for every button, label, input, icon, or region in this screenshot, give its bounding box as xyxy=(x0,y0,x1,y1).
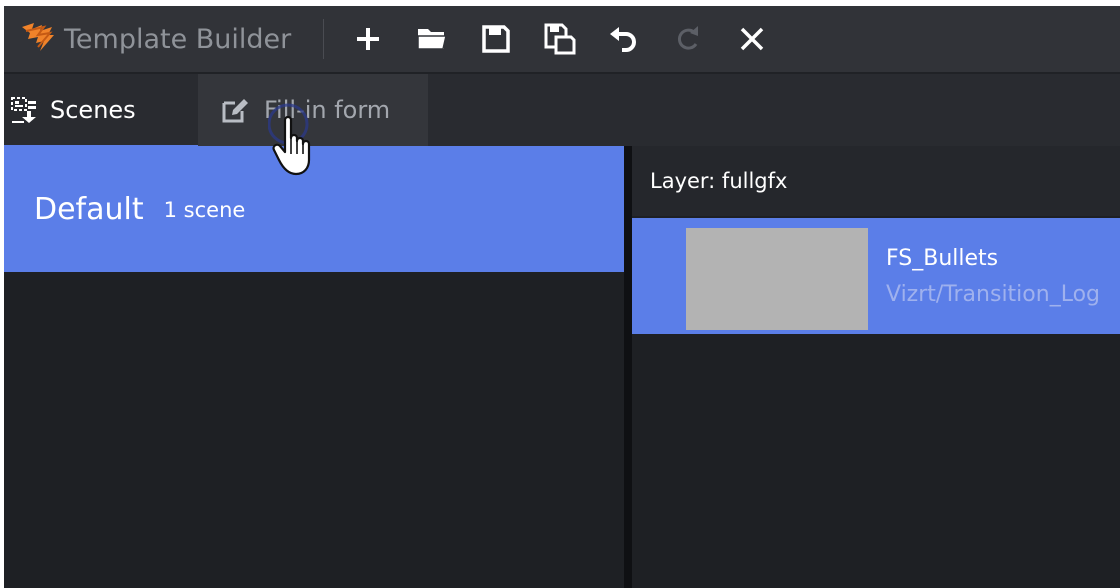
open-button[interactable] xyxy=(410,17,454,61)
scene-name: FS_Bullets xyxy=(886,246,999,271)
close-button[interactable] xyxy=(730,17,774,61)
layer-header: Layer: fullgfx xyxy=(632,146,1120,216)
redo-button[interactable] xyxy=(666,17,710,61)
scene-group-name: Default xyxy=(34,191,144,227)
save-icon xyxy=(482,25,511,53)
app-logo-icon xyxy=(14,19,62,59)
scene-thumbnail xyxy=(686,228,868,330)
undo-icon xyxy=(610,27,637,52)
layer-label: Layer: fullgfx xyxy=(650,169,788,193)
scene-group-item[interactable]: Default 1 scene xyxy=(4,146,624,272)
panel-splitter[interactable] xyxy=(624,146,632,588)
toolbar-divider xyxy=(323,19,325,59)
new-button[interactable] xyxy=(346,17,390,61)
redo-icon xyxy=(678,26,699,50)
folder-icon xyxy=(417,29,448,50)
scenes-icon xyxy=(11,97,36,123)
close-icon xyxy=(741,27,764,51)
edit-form-icon xyxy=(222,99,248,123)
scene-group-count: 1 scene xyxy=(163,198,246,222)
plus-icon xyxy=(357,28,380,50)
save-as-icon xyxy=(544,23,576,55)
app-window: Template Builder Scenes Fill-in form Def… xyxy=(4,6,1120,588)
title-toolbar: Template Builder xyxy=(4,6,1120,72)
layer-scenes-panel: Layer: fullgfx FS_Bullets Vizrt/Transiti… xyxy=(632,146,1120,588)
save-as-button[interactable] xyxy=(538,17,582,61)
tab-scenes[interactable]: Scenes xyxy=(4,74,198,148)
scene-path: Vizrt/Transition_Log xyxy=(886,282,1100,307)
scene-list-item[interactable]: FS_Bullets Vizrt/Transition_Log xyxy=(632,218,1120,334)
undo-button[interactable] xyxy=(602,17,646,61)
scene-groups-panel: Default 1 scene xyxy=(4,146,624,588)
tab-fill-in-form[interactable]: Fill-in form xyxy=(198,74,428,146)
tab-scenes-label: Scenes xyxy=(50,96,136,124)
tab-fill-in-form-label: Fill-in form xyxy=(264,96,391,124)
save-button[interactable] xyxy=(474,17,518,61)
app-title: Template Builder xyxy=(64,23,292,55)
tab-bar: Scenes Fill-in form xyxy=(4,72,1120,148)
